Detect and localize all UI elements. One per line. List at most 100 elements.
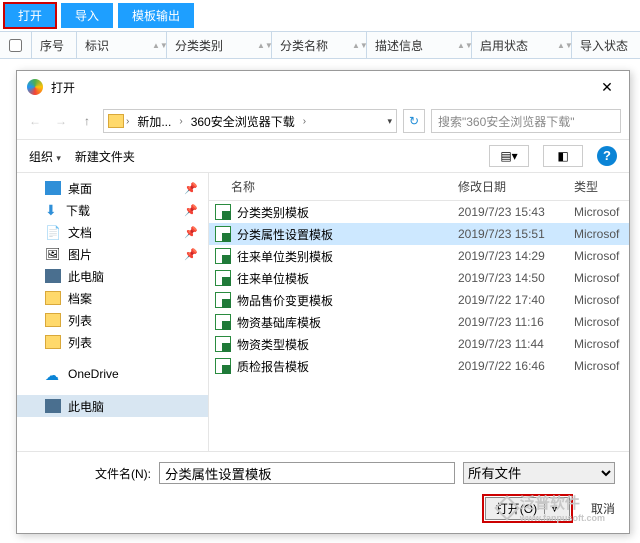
- file-type: Microsof: [574, 293, 629, 307]
- col-type[interactable]: 类型: [574, 178, 629, 195]
- import-button[interactable]: 导入: [61, 3, 113, 28]
- file-type: Microsof: [574, 271, 629, 285]
- preview-pane-button[interactable]: ◧: [543, 145, 583, 167]
- template-output-button[interactable]: 模板输出: [118, 3, 194, 28]
- nav-archive[interactable]: 档案: [17, 287, 208, 309]
- file-row[interactable]: 往来单位模板2019/7/23 14:50Microsof: [209, 267, 629, 289]
- col-cat-name-label: 分类名称: [280, 37, 328, 54]
- file-row[interactable]: 物资类型模板2019/7/23 11:44Microsof: [209, 333, 629, 355]
- excel-file-icon: [215, 358, 231, 374]
- folder-icon: [108, 114, 124, 128]
- dialog-footer: 文件名(N): 所有文件 打开(O) ▼ 取消 泛普软件www.fanpusof…: [17, 451, 629, 533]
- sort-icon: ▲▼: [352, 43, 362, 48]
- col-cat-name[interactable]: 分类名称 ▲▼: [272, 32, 367, 58]
- nav-documents[interactable]: 文档📌: [17, 221, 208, 243]
- nav-label: 图片: [68, 246, 92, 263]
- file-name: 物资类型模板: [237, 336, 458, 353]
- chevron-down-icon[interactable]: ▾: [387, 116, 392, 127]
- file-row[interactable]: 往来单位类别模板2019/7/23 14:29Microsof: [209, 245, 629, 267]
- toolbar-row: 组织 ▾ 新建文件夹 ▤▾ ◧ ?: [17, 140, 629, 173]
- file-name: 分类属性设置模板: [237, 226, 458, 243]
- cancel-button[interactable]: 取消: [591, 500, 615, 517]
- nav-label: 此电脑: [68, 268, 104, 285]
- nav-label: 桌面: [68, 180, 92, 197]
- view-mode-button[interactable]: ▤▾: [489, 145, 529, 167]
- select-all-checkbox[interactable]: [9, 39, 22, 52]
- file-type: Microsof: [574, 337, 629, 351]
- forward-icon[interactable]: →: [51, 114, 71, 128]
- col-seq-label: 序号: [40, 37, 64, 54]
- sort-icon: ▲▼: [457, 43, 467, 48]
- back-icon[interactable]: ←: [25, 114, 45, 128]
- search-input[interactable]: 搜索"360安全浏览器下载": [431, 109, 621, 133]
- onedrive-icon: [45, 367, 61, 381]
- nav-label: 下载: [66, 202, 90, 219]
- close-icon[interactable]: ✕: [595, 79, 619, 96]
- col-cat-type[interactable]: 分类类别▲▼: [167, 32, 272, 58]
- pin-icon: 📌: [184, 204, 198, 217]
- nav-list[interactable]: 列表: [17, 331, 208, 353]
- nav-downloads[interactable]: 下载 📌: [17, 199, 208, 221]
- chevron-right-icon: ›: [179, 116, 182, 127]
- file-list: 名称 修改日期 类型 分类类别模板2019/7/23 15:43Microsof…: [209, 173, 629, 451]
- nav-thispc[interactable]: 此电脑: [17, 265, 208, 287]
- new-folder-button[interactable]: 新建文件夹: [75, 148, 135, 165]
- file-date: 2019/7/23 15:51: [458, 227, 574, 241]
- file-filter-select[interactable]: 所有文件: [463, 462, 615, 484]
- pictures-icon: [45, 247, 61, 261]
- excel-file-icon: [215, 292, 231, 308]
- nav-list[interactable]: 列表: [17, 309, 208, 331]
- help-icon[interactable]: ?: [597, 146, 617, 166]
- file-type: Microsof: [574, 227, 629, 241]
- file-list-header: 名称 修改日期 类型: [209, 173, 629, 201]
- select-all-cell[interactable]: [0, 32, 32, 58]
- up-icon[interactable]: ↑: [77, 114, 97, 128]
- file-open-dialog: 打开 ✕ ← → ↑ › 新加... › 360安全浏览器下载 › ▾ ↻ 搜索…: [16, 70, 630, 534]
- nav-label: 此电脑: [68, 398, 104, 415]
- file-row[interactable]: 分类类别模板2019/7/23 15:43Microsof: [209, 201, 629, 223]
- file-row[interactable]: 分类属性设置模板2019/7/23 15:51Microsof: [209, 223, 629, 245]
- refresh-icon[interactable]: ↻: [403, 109, 425, 133]
- file-row[interactable]: 质检报告模板2019/7/22 16:46Microsof: [209, 355, 629, 377]
- chevron-right-icon: ›: [303, 116, 306, 127]
- dialog-title: 打开: [51, 79, 595, 96]
- col-enable[interactable]: 启用状态▲▼: [472, 32, 572, 58]
- col-import-status-label: 导入状态: [580, 37, 628, 54]
- pin-icon: 📌: [184, 248, 198, 261]
- col-date[interactable]: 修改日期: [458, 178, 574, 195]
- nav-desktop[interactable]: 桌面 📌: [17, 177, 208, 199]
- open-button-highlight: 打开(O) ▼: [482, 494, 573, 523]
- pc-icon: [45, 269, 61, 283]
- pin-icon: 📌: [184, 182, 198, 195]
- breadcrumb-seg[interactable]: 360安全浏览器下载: [185, 113, 301, 130]
- sort-icon: ▲▼: [257, 43, 267, 48]
- title-bar: 打开 ✕: [17, 71, 629, 103]
- address-bar: ← → ↑ › 新加... › 360安全浏览器下载 › ▾ ↻ 搜索"360安…: [17, 103, 629, 140]
- col-seq[interactable]: 序号: [32, 32, 77, 58]
- file-name: 物品售价变更模板: [237, 292, 458, 309]
- col-flag[interactable]: 标识▲▼: [77, 32, 167, 58]
- file-date: 2019/7/23 14:50: [458, 271, 574, 285]
- breadcrumb[interactable]: › 新加... › 360安全浏览器下载 › ▾: [103, 109, 397, 133]
- nav-onedrive[interactable]: OneDrive: [17, 363, 208, 385]
- file-type: Microsof: [574, 249, 629, 263]
- open-button[interactable]: 打开: [4, 3, 56, 28]
- filename-input[interactable]: [159, 462, 455, 484]
- nav-thispc-selected[interactable]: 此电脑: [17, 395, 208, 417]
- col-desc[interactable]: 描述信息▲▼: [367, 32, 472, 58]
- file-row[interactable]: 物资基础库模板2019/7/23 11:16Microsof: [209, 311, 629, 333]
- breadcrumb-seg[interactable]: 新加...: [131, 113, 177, 130]
- file-row[interactable]: 物品售价变更模板2019/7/22 17:40Microsof: [209, 289, 629, 311]
- nav-pictures[interactable]: 图片 📌: [17, 243, 208, 265]
- nav-label: 列表: [68, 312, 92, 329]
- organize-menu[interactable]: 组织 ▾: [29, 148, 61, 165]
- col-name[interactable]: 名称: [231, 178, 458, 195]
- col-import-status[interactable]: 导入状态: [572, 32, 640, 58]
- file-date: 2019/7/22 16:46: [458, 359, 574, 373]
- file-name: 物资基础库模板: [237, 314, 458, 331]
- chevron-down-icon[interactable]: ▼: [544, 504, 559, 514]
- open-button[interactable]: 打开(O) ▼: [485, 497, 570, 520]
- top-toolbar: 打开 导入 模板输出: [0, 0, 640, 31]
- file-type: Microsof: [574, 315, 629, 329]
- excel-file-icon: [215, 336, 231, 352]
